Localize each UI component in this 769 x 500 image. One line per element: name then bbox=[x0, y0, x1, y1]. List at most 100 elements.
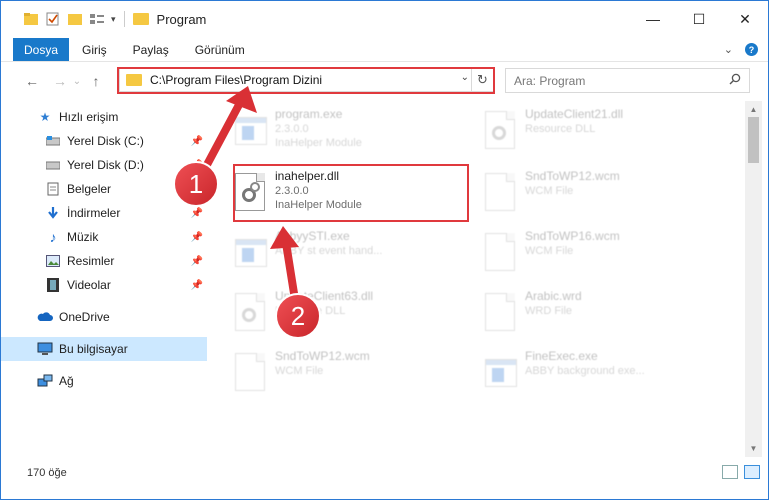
tab-home[interactable]: Giriş bbox=[69, 38, 120, 61]
file-type: WRD File bbox=[525, 305, 573, 317]
scroll-up-icon[interactable]: ▲ bbox=[745, 101, 762, 118]
file-name: AbbyySTI.exe bbox=[275, 229, 350, 243]
address-highlight-box bbox=[117, 67, 495, 94]
pin-icon[interactable]: 📌 bbox=[191, 280, 203, 291]
sidebar-item-downloads[interactable]: İndirmeler 📌 bbox=[1, 201, 207, 225]
navigation-pane: ★ Hızlı erişim Yerel Disk (C:) 📌 Yerel D… bbox=[1, 101, 211, 457]
explorer-window: ▾ Program — ☐ ✕ Dosya Giriş Paylaş Görün… bbox=[0, 0, 769, 500]
music-icon: ♪ bbox=[49, 229, 57, 245]
file-item[interactable]: SndToWP16.wcm WCM File bbox=[461, 227, 701, 283]
search-placeholder: Ara: Program bbox=[514, 73, 586, 88]
tab-share[interactable]: Paylaş bbox=[120, 38, 182, 61]
file-name: UpdateClient21.dll bbox=[525, 107, 624, 121]
document-file-icon bbox=[485, 173, 517, 213]
pin-icon[interactable]: 📌 bbox=[191, 256, 203, 267]
file-item[interactable]: FineExec.exe ABBY background exe... bbox=[461, 347, 701, 403]
file-name: program.exe bbox=[275, 107, 343, 121]
up-arrow-icon[interactable]: ↑ bbox=[85, 73, 107, 89]
pin-icon[interactable]: 📌 bbox=[191, 136, 203, 147]
file-description: InaHelper Module bbox=[275, 137, 362, 149]
sidebar-item-pictures[interactable]: Resimler 📌 bbox=[1, 249, 207, 273]
maximize-button[interactable]: ☐ bbox=[676, 1, 722, 37]
file-type: ABBY st event hand... bbox=[275, 245, 383, 257]
dll-file-icon bbox=[485, 111, 517, 151]
drive-icon bbox=[45, 133, 61, 149]
file-type: Resource DLL bbox=[275, 305, 346, 317]
properties-icon[interactable] bbox=[45, 12, 61, 26]
window-controls: — ☐ ✕ bbox=[630, 1, 768, 37]
exe-file-icon bbox=[485, 353, 517, 393]
sidebar-item-videos[interactable]: Videolar 📌 bbox=[1, 273, 207, 297]
network-icon bbox=[37, 373, 53, 389]
forward-arrow-icon[interactable]: → bbox=[49, 73, 71, 89]
sidebar-item-documents[interactable]: Belgeler 📌 bbox=[1, 177, 207, 201]
file-item[interactable]: AbbyySTI.exe ABBY st event hand... bbox=[211, 227, 451, 283]
toolbar-dropdown-icon[interactable]: ▾ bbox=[111, 14, 116, 25]
sidebar-item-quick-access[interactable]: ★ Hızlı erişim bbox=[1, 105, 207, 129]
sidebar-item-network[interactable]: Ağ bbox=[1, 369, 207, 393]
vertical-scrollbar[interactable]: ▲ ▼ bbox=[745, 101, 762, 457]
recent-locations-icon[interactable]: ⌄ bbox=[71, 76, 83, 87]
ribbon-tabs: Dosya Giriş Paylaş Görünüm ⌄ ? bbox=[1, 38, 768, 62]
sidebar-item-label: Hızlı erişim bbox=[59, 110, 119, 124]
sidebar-item-music[interactable]: ♪ Müzik 📌 bbox=[1, 225, 207, 249]
file-type: WCM File bbox=[525, 245, 574, 257]
search-icon[interactable] bbox=[729, 73, 741, 88]
document-file-icon bbox=[235, 353, 267, 393]
file-item[interactable]: program.exe 2.3.0.0 InaHelper Module bbox=[211, 105, 451, 161]
close-button[interactable]: ✕ bbox=[722, 1, 768, 37]
pin-icon[interactable]: 📌 bbox=[191, 184, 203, 195]
computer-icon bbox=[37, 341, 53, 357]
file-item[interactable]: SndToWP12.wcm WCM File bbox=[211, 347, 451, 403]
documents-icon bbox=[45, 181, 61, 197]
sidebar-item-label: Yerel Disk (D:) bbox=[67, 158, 144, 172]
customize-toolbar-icon[interactable] bbox=[89, 12, 105, 26]
scroll-down-icon[interactable]: ▼ bbox=[745, 440, 762, 457]
file-list: program.exe 2.3.0.0 InaHelper Module Updat… bbox=[211, 101, 745, 457]
document-file-icon bbox=[485, 233, 517, 273]
ribbon-right-controls: ⌄ ? bbox=[724, 38, 768, 61]
file-name: UpdateClient63.dll bbox=[275, 289, 374, 303]
search-input[interactable]: Ara: Program bbox=[505, 68, 750, 93]
minimize-button[interactable]: — bbox=[630, 1, 676, 37]
dll-file-icon bbox=[235, 293, 267, 333]
help-icon[interactable]: ? bbox=[745, 43, 758, 56]
file-name: SndToWP16.wcm bbox=[525, 229, 620, 243]
sidebar-item-onedrive[interactable]: OneDrive bbox=[1, 305, 207, 329]
sidebar-item-this-pc[interactable]: Bu bilgisayar bbox=[1, 337, 207, 361]
item-count: 170 öğe bbox=[27, 467, 67, 479]
pin-icon[interactable]: 📌 bbox=[191, 232, 203, 243]
file-name: SndToWP12.wcm bbox=[525, 169, 620, 183]
tab-view[interactable]: Görünüm bbox=[182, 38, 258, 61]
scrollbar-thumb[interactable] bbox=[748, 117, 759, 163]
file-item[interactable]: Arabic.wrd WRD File bbox=[461, 287, 701, 343]
ribbon-expand-icon[interactable]: ⌄ bbox=[724, 43, 733, 56]
drive-icon bbox=[45, 157, 61, 173]
sidebar-item-label: Ağ bbox=[59, 374, 74, 388]
file-name: SndToWP12.wcm bbox=[275, 349, 370, 363]
back-arrow-icon[interactable]: ← bbox=[21, 73, 43, 89]
pin-icon[interactable]: 📌 bbox=[191, 160, 203, 171]
tiles-view-icon[interactable] bbox=[744, 465, 760, 479]
file-type: ABBY background exe... bbox=[525, 365, 645, 377]
sidebar-item-label: Müzik bbox=[67, 230, 99, 244]
details-view-icon[interactable] bbox=[722, 465, 738, 479]
file-item[interactable]: UpdateClient63.dll Resource DLL bbox=[211, 287, 451, 343]
window-title: Program bbox=[156, 11, 207, 27]
tab-file[interactable]: Dosya bbox=[13, 38, 69, 61]
sidebar-item-disk-c[interactable]: Yerel Disk (C:) 📌 bbox=[1, 129, 207, 153]
file-type: WCM File bbox=[525, 185, 574, 197]
file-item[interactable]: SndToWP12.wcm WCM File bbox=[461, 167, 701, 223]
file-name: Arabic.wrd bbox=[525, 289, 582, 303]
sidebar-item-disk-d[interactable]: Yerel Disk (D:) 📌 bbox=[1, 153, 207, 177]
new-folder-icon[interactable] bbox=[67, 12, 83, 26]
exe-file-icon bbox=[235, 111, 267, 151]
sidebar-item-label: Resimler bbox=[67, 254, 115, 268]
status-bar: 170 öğe bbox=[1, 461, 768, 485]
file-type: WCM File bbox=[275, 365, 324, 377]
file-item[interactable]: UpdateClient21.dll Resource DLL bbox=[461, 105, 701, 161]
pictures-icon bbox=[45, 253, 61, 269]
pin-icon[interactable]: 📌 bbox=[191, 208, 203, 219]
sidebar-item-label: Videolar bbox=[67, 278, 111, 292]
file-version: 2.3.0.0 bbox=[275, 123, 309, 135]
